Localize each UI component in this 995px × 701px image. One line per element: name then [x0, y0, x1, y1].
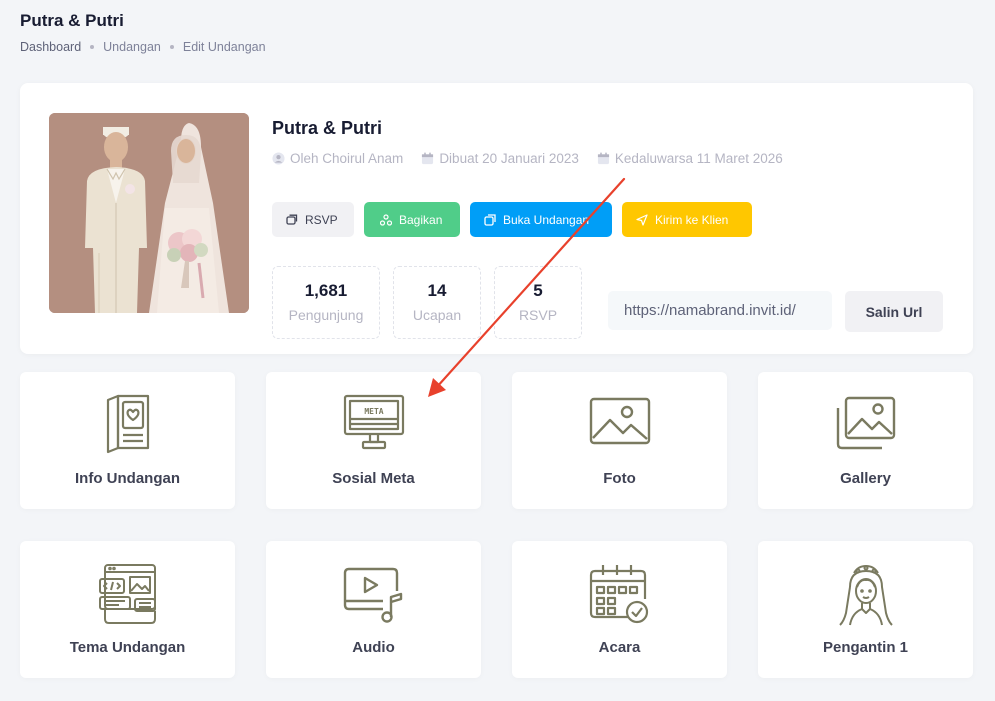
invitation-cover-image — [49, 113, 249, 313]
couple-illustration — [49, 113, 249, 313]
invitation-card-icon — [106, 394, 149, 454]
send-to-client-button-label: Kirim ke Klien — [655, 212, 729, 227]
meta-author-text: Oleh Choirul Anam — [290, 151, 404, 166]
breadcrumb-dashboard[interactable]: Dashboard — [20, 40, 81, 54]
bride-icon — [838, 565, 893, 626]
gallery-icon — [836, 396, 895, 450]
tile-pengantin-1-label: Pengantin 1 — [822, 639, 908, 656]
stat-rsvp: 5 RSVP — [494, 266, 582, 339]
open-invitation-button[interactable]: Buka Undangan — [470, 202, 612, 237]
theme-layout-icon — [98, 564, 156, 624]
share-button[interactable]: Bagikan — [364, 202, 460, 237]
stat-greetings-label: Ucapan — [412, 307, 462, 323]
meta-monitor-icon: META — [343, 394, 404, 450]
calendar-event-icon — [589, 565, 648, 624]
breadcrumb-separator — [90, 45, 95, 49]
invitation-title: Putra & Putri — [272, 118, 383, 138]
invitation-meta: Oleh Choirul Anam Dibuat 20 Januari 2023… — [272, 151, 801, 166]
copy-url-button[interactable]: Salin Url — [845, 291, 943, 332]
tile-tema-undangan-label: Tema Undangan — [69, 639, 186, 656]
breadcrumb-edit-undangan: Edit Undangan — [182, 40, 266, 54]
tile-sosial-meta[interactable]: META Sosial Meta — [266, 372, 481, 509]
stat-rsvp-value: 5 — [533, 281, 543, 300]
tile-gallery[interactable]: Gallery — [758, 372, 973, 509]
tile-foto-label: Foto — [603, 470, 636, 487]
meta-icon-text: META — [364, 407, 383, 416]
breadcrumb-separator — [169, 45, 174, 49]
tile-pengantin-1[interactable]: Pengantin 1 — [758, 541, 973, 678]
tile-info-undangan-label: Info Undangan — [75, 470, 180, 487]
tile-gallery-label: Gallery — [840, 470, 891, 487]
calendar-icon — [597, 152, 609, 165]
rsvp-button-label: RSVP — [305, 212, 338, 227]
share-icon — [380, 213, 392, 226]
meta-created-text: Dibuat 20 Januari 2023 — [439, 151, 579, 166]
tile-audio-label: Audio — [352, 639, 395, 656]
breadcrumb-undangan[interactable]: Undangan — [103, 40, 161, 54]
stat-greetings: 14 Ucapan — [393, 266, 481, 339]
stat-greetings-value: 14 — [427, 281, 447, 300]
photo-icon — [589, 397, 650, 445]
send-icon — [636, 213, 648, 226]
stat-rsvp-label: RSVP — [518, 307, 558, 323]
calendar-icon — [422, 152, 434, 165]
meta-expires-text: Kedaluwarsa 11 Maret 2026 — [614, 151, 783, 166]
invitation-url-input[interactable] — [608, 291, 832, 330]
open-external-icon — [484, 213, 496, 226]
audio-icon — [343, 567, 402, 623]
invitation-summary-card: Putra & Putri Oleh Choirul Anam Dibuat 2… — [20, 83, 973, 354]
tile-acara[interactable]: Acara — [512, 541, 727, 678]
tile-acara-label: Acara — [598, 639, 641, 656]
meta-expires: Kedaluwarsa 11 Maret 2026 — [597, 151, 783, 166]
stat-visitors-value: 1,681 — [304, 281, 348, 300]
meta-author: Oleh Choirul Anam — [272, 151, 403, 166]
action-buttons: RSVP Bagikan Buka Undangan Kirim ke Klie… — [272, 202, 762, 237]
meta-created: Dibuat 20 Januari 2023 — [421, 151, 579, 166]
user-circle-icon — [272, 152, 285, 165]
tile-tema-undangan[interactable]: Tema Undangan — [20, 541, 235, 678]
tile-info-undangan[interactable]: Info Undangan — [20, 372, 235, 509]
stat-visitors-label: Pengunjung — [288, 307, 364, 323]
tile-audio[interactable]: Audio — [266, 541, 481, 678]
page-title: Putra & Putri — [20, 11, 124, 30]
breadcrumb: Dashboard Undangan Edit Undangan — [20, 40, 266, 54]
rsvp-button[interactable]: RSVP — [272, 202, 354, 237]
send-to-client-button[interactable]: Kirim ke Klien — [622, 202, 752, 237]
stat-visitors: 1,681 Pengunjung — [272, 266, 380, 339]
open-invitation-button-label: Buka Undangan — [503, 212, 590, 227]
tile-sosial-meta-label: Sosial Meta — [332, 470, 415, 487]
tile-foto[interactable]: Foto — [512, 372, 727, 509]
chat-icon — [286, 214, 298, 225]
share-button-label: Bagikan — [399, 212, 443, 227]
